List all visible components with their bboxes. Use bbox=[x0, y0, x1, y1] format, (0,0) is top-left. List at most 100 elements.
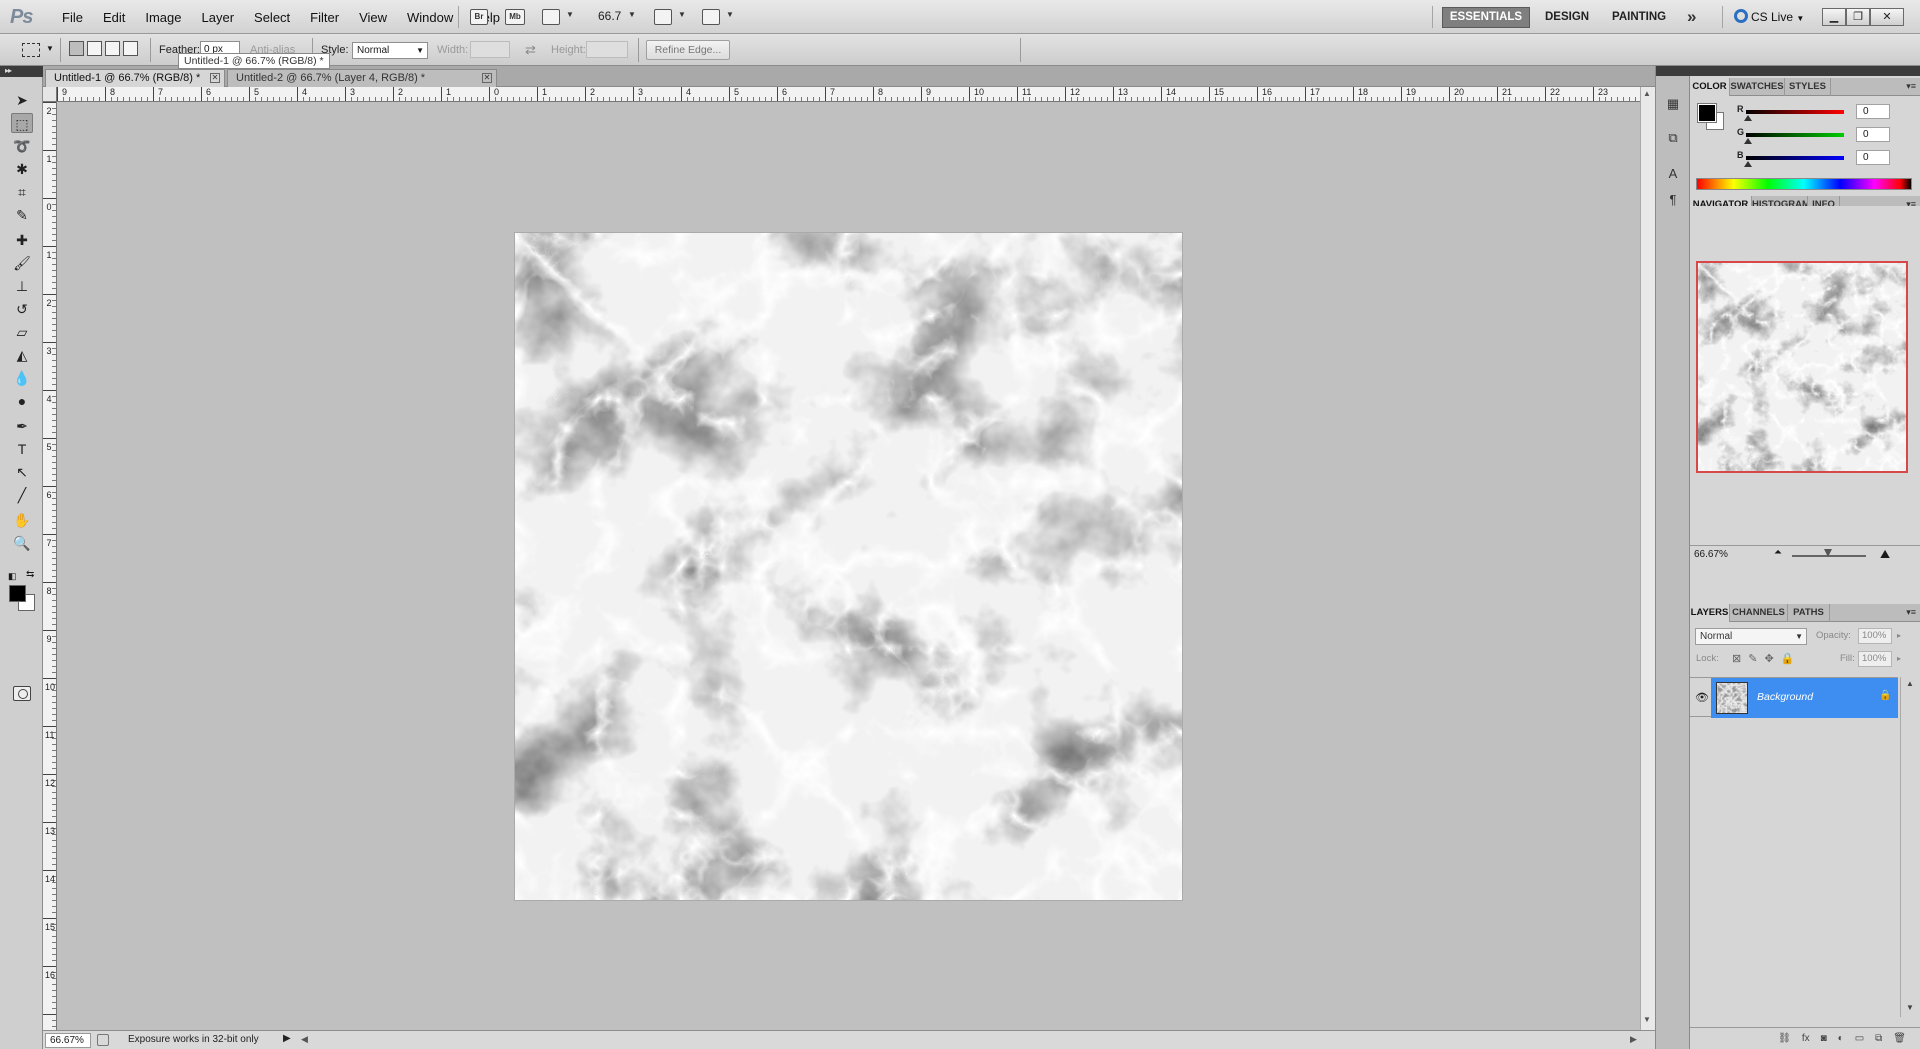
path-selection-tool-icon[interactable]: ↖ bbox=[11, 462, 33, 482]
navigator-zoom-value[interactable]: 66.67% bbox=[1694, 549, 1728, 560]
color-panel-foreground-swatch[interactable] bbox=[1697, 103, 1717, 123]
history-panel-icon[interactable]: ⧉ bbox=[1663, 128, 1683, 148]
scroll-right-icon[interactable]: ▶ bbox=[1630, 1034, 1637, 1045]
type-tool-icon[interactable]: T bbox=[11, 439, 33, 459]
bridge-button[interactable]: Br bbox=[470, 9, 488, 25]
zoom-dropdown-icon[interactable]: ▼ bbox=[628, 10, 636, 19]
layer-visibility-eye-icon[interactable]: 👁 bbox=[1695, 691, 1709, 704]
quick-selection-tool-icon[interactable]: ✱ bbox=[11, 159, 33, 179]
hand-tool-icon[interactable]: ✋ bbox=[11, 510, 33, 530]
blue-slider-knob[interactable] bbox=[1744, 161, 1752, 167]
quick-mask-icon[interactable] bbox=[13, 686, 31, 701]
workspace-design-button[interactable]: DESIGN bbox=[1545, 11, 1589, 23]
workspace-painting-button[interactable]: PAINTING bbox=[1612, 11, 1666, 23]
horizontal-ruler[interactable] bbox=[57, 87, 1640, 102]
swap-width-height-icon[interactable]: ⇄ bbox=[525, 42, 536, 58]
scroll-up-icon[interactable]: ▲ bbox=[1906, 679, 1914, 688]
brush-tool-icon[interactable]: 🖌 bbox=[11, 253, 33, 273]
subtract-from-selection-icon[interactable] bbox=[105, 41, 120, 56]
red-slider[interactable] bbox=[1746, 110, 1844, 114]
pen-tool-icon[interactable]: ✒ bbox=[11, 416, 33, 436]
spot-healing-brush-tool-icon[interactable]: ✚ bbox=[11, 230, 33, 250]
close-button[interactable]: ✕ bbox=[1870, 8, 1904, 26]
height-input[interactable] bbox=[586, 41, 628, 58]
ruler-origin[interactable] bbox=[43, 87, 57, 102]
cs-live-button[interactable]: CS Live ▼ bbox=[1734, 9, 1804, 24]
screen-mode-icon[interactable] bbox=[702, 9, 720, 25]
navigator-thumbnail[interactable] bbox=[1696, 261, 1908, 473]
tab-color[interactable]: COLOR bbox=[1690, 78, 1730, 96]
rectangular-marquee-tool-icon[interactable]: ⬚ bbox=[11, 113, 33, 133]
paint-bucket-tool-icon[interactable]: ◭ bbox=[11, 345, 33, 365]
crop-tool-icon[interactable]: ⌗ bbox=[11, 182, 33, 202]
minimize-button[interactable]: ▁ bbox=[1822, 8, 1846, 26]
lasso-tool-icon[interactable]: ➰ bbox=[11, 136, 33, 156]
scroll-left-icon[interactable]: ◀ bbox=[301, 1034, 308, 1045]
history-brush-tool-icon[interactable]: ↺ bbox=[11, 299, 33, 319]
toolbox-collapse-handle[interactable]: ▸▸ bbox=[0, 66, 43, 77]
arrange-dropdown-icon[interactable]: ▼ bbox=[678, 10, 686, 19]
tab-channels[interactable]: CHANNELS bbox=[1730, 604, 1788, 622]
green-value-input[interactable]: 0 bbox=[1856, 127, 1890, 142]
layers-scrollbar[interactable]: ▲ ▼ bbox=[1900, 677, 1918, 1017]
panel-menu-icon[interactable]: ▾≡ bbox=[1906, 607, 1916, 618]
red-value-input[interactable]: 0 bbox=[1856, 104, 1890, 119]
zoom-out-icon[interactable]: ⏶ bbox=[1774, 547, 1782, 558]
tool-preset-dropdown-icon[interactable]: ▼ bbox=[46, 44, 54, 53]
refine-edge-button[interactable]: Refine Edge... bbox=[646, 40, 730, 60]
document-tab-untitled-2[interactable]: Untitled-2 @ 66.7% (Layer 4, RGB/8) * ✕ bbox=[227, 69, 497, 87]
mini-bridge-button[interactable]: Mb bbox=[505, 9, 525, 25]
scroll-down-icon[interactable]: ▼ bbox=[1643, 1015, 1651, 1024]
fill-arrow-icon[interactable]: ▸ bbox=[1897, 654, 1901, 663]
document-canvas[interactable] bbox=[515, 233, 1182, 900]
link-layers-icon[interactable]: ⛓ bbox=[1778, 1033, 1791, 1044]
style-dropdown[interactable]: Normal ▼ bbox=[352, 42, 428, 59]
arrange-documents-icon[interactable] bbox=[654, 9, 672, 25]
layer-style-icon[interactable]: fx bbox=[1802, 1033, 1810, 1044]
add-to-selection-icon[interactable] bbox=[87, 41, 102, 56]
menu-layer[interactable]: Layer bbox=[192, 10, 245, 25]
lock-position-icon[interactable]: ✥ bbox=[1764, 652, 1773, 665]
workspace-essentials-button[interactable]: ESSENTIALS bbox=[1442, 7, 1530, 28]
new-selection-icon[interactable] bbox=[69, 41, 84, 56]
view-extras-icon[interactable] bbox=[542, 9, 560, 25]
tab-swatches[interactable]: SWATCHES bbox=[1730, 78, 1785, 96]
new-layer-icon[interactable]: ⧉ bbox=[1875, 1033, 1882, 1044]
lock-all-icon[interactable]: 🔒 bbox=[1781, 652, 1795, 665]
tab-layers[interactable]: LAYERS bbox=[1690, 604, 1730, 622]
mini-bridge-panel-icon[interactable]: ▦ bbox=[1663, 94, 1683, 114]
blue-slider[interactable] bbox=[1746, 156, 1844, 160]
fill-input[interactable]: 100% bbox=[1858, 651, 1892, 667]
navigator-zoom-knob[interactable] bbox=[1824, 549, 1832, 557]
color-spectrum-ramp[interactable] bbox=[1696, 178, 1912, 190]
foreground-color-swatch[interactable] bbox=[9, 585, 26, 602]
panels-collapse-handle[interactable] bbox=[1690, 66, 1920, 76]
delete-layer-icon[interactable]: 🗑 bbox=[1893, 1033, 1906, 1044]
move-tool-icon[interactable]: ➤ bbox=[11, 90, 33, 110]
restore-button[interactable]: ❐ bbox=[1846, 8, 1870, 26]
red-slider-knob[interactable] bbox=[1744, 115, 1752, 121]
menu-file[interactable]: File bbox=[52, 10, 93, 25]
blur-tool-icon[interactable]: 💧 bbox=[11, 368, 33, 388]
zoom-level[interactable]: 66.7 bbox=[598, 9, 621, 23]
line-tool-icon[interactable]: ╱ bbox=[11, 485, 33, 505]
vertical-ruler[interactable] bbox=[43, 102, 57, 1030]
default-colors-icon[interactable]: ◧ bbox=[8, 571, 17, 582]
close-tab-icon[interactable]: ✕ bbox=[482, 73, 492, 83]
clone-stamp-tool-icon[interactable]: ⊥ bbox=[11, 276, 33, 296]
tab-styles[interactable]: STYLES bbox=[1785, 78, 1831, 96]
eraser-tool-icon[interactable]: ▱ bbox=[11, 322, 33, 342]
menu-select[interactable]: Select bbox=[244, 10, 300, 25]
dock-collapse-handle[interactable] bbox=[1656, 66, 1691, 76]
layer-selected-background[interactable]: Background 🔒 bbox=[1711, 678, 1898, 718]
dodge-tool-icon[interactable]: ● bbox=[11, 391, 33, 411]
view-extras-dropdown-icon[interactable]: ▼ bbox=[566, 10, 574, 19]
status-info-icon[interactable] bbox=[97, 1034, 109, 1046]
panel-menu-icon[interactable]: ▾≡ bbox=[1906, 81, 1916, 92]
lock-transparent-pixels-icon[interactable]: ⊠ bbox=[1732, 652, 1741, 665]
canvas-area[interactable] bbox=[57, 102, 1640, 1030]
menu-image[interactable]: Image bbox=[135, 10, 191, 25]
menu-window[interactable]: Window bbox=[397, 10, 463, 25]
opacity-arrow-icon[interactable]: ▸ bbox=[1897, 631, 1901, 640]
screen-mode-dropdown-icon[interactable]: ▼ bbox=[726, 10, 734, 19]
